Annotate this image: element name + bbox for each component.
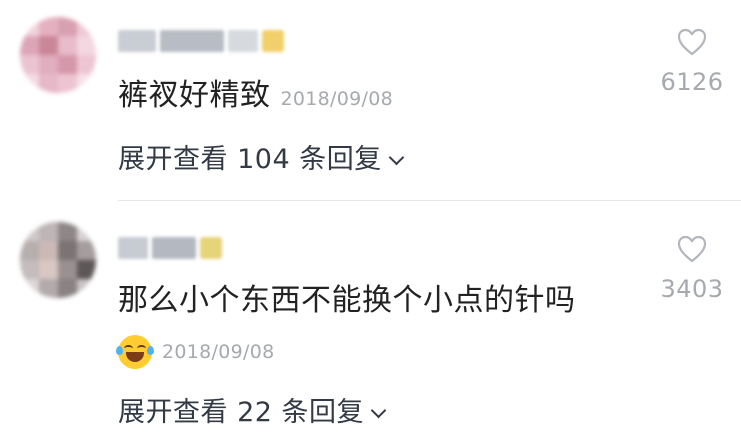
comment-date: 2018/09/08 [280, 88, 394, 110]
username-blurred[interactable] [118, 28, 284, 54]
chevron-down-icon [388, 149, 404, 165]
avatar[interactable] [20, 222, 96, 298]
comment-item: 那么小个东西不能换个小点的针吗 2018/09/08 展开查看 22 条回复 3… [0, 201, 741, 443]
heart-icon [677, 235, 707, 263]
expand-replies-label: 展开查看 104 条回复 [118, 144, 382, 175]
comment-list: 裤衩好精致 2018/09/08 展开查看 104 条回复 6126 那么小个东… [0, 0, 741, 443]
heart-icon [677, 28, 707, 56]
avatar[interactable] [20, 17, 96, 93]
comment-item: 裤衩好精致 2018/09/08 展开查看 104 条回复 6126 [0, 0, 741, 200]
comment-text-line: 裤衩好精致 2018/09/08 [118, 76, 393, 119]
chevron-down-icon [370, 402, 387, 418]
expand-replies-label: 展开查看 22 条回复 [118, 397, 365, 428]
tears-of-joy-emoji-icon [116, 335, 154, 369]
comment-meta-line: 2018/09/08 [116, 332, 275, 372]
comment-date: 2018/09/08 [162, 341, 275, 363]
comment-text: 那么小个东西不能换个小点的针吗 [118, 283, 576, 318]
like-count: 6126 [660, 68, 724, 96]
like-button[interactable]: 3403 [652, 235, 732, 303]
expand-replies-button[interactable]: 展开查看 22 条回复 [118, 395, 387, 431]
vip-badge-icon [262, 30, 284, 52]
comment-text: 裤衩好精致 [118, 78, 271, 113]
vip-badge-icon [200, 237, 222, 259]
username-blurred[interactable] [118, 235, 222, 261]
expand-replies-button[interactable]: 展开查看 104 条回复 [118, 142, 404, 178]
like-button[interactable]: 6126 [652, 28, 732, 96]
like-count: 3403 [660, 275, 724, 303]
